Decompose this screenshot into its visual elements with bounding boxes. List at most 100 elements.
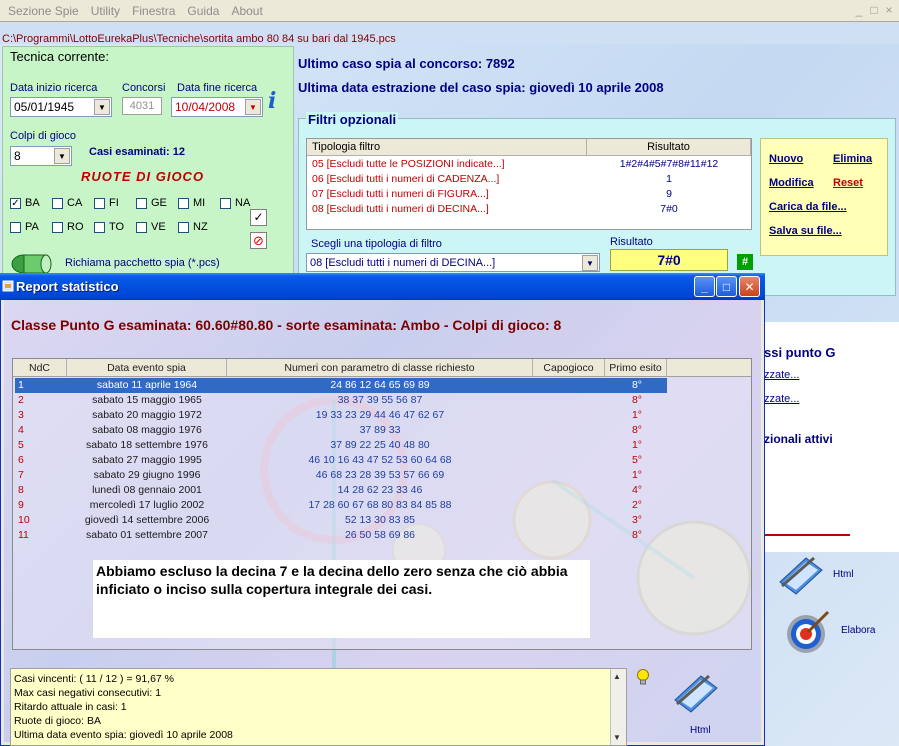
stats-textbox[interactable]: Casi vincenti: ( 11 / 12 ) = 91,67 % Max… (10, 668, 627, 746)
carica-link[interactable]: Carica da file... (769, 201, 847, 213)
filtri-row[interactable]: 05 [Escludi tutte le POSIZIONI indicate.… (307, 158, 751, 173)
minimize-icon[interactable]: _ (853, 3, 865, 17)
analizzate-link-2[interactable]: zzate... (764, 393, 799, 405)
ruota-checkbox-mi[interactable]: MI (178, 197, 205, 209)
analizzate-link-1[interactable]: zzate... (764, 369, 799, 381)
elabora-button-label[interactable]: Elabora (841, 625, 875, 636)
close-icon[interactable]: × (883, 3, 895, 17)
checkbox-icon[interactable] (52, 221, 63, 233)
stats-scrollbar[interactable]: ▲ ▼ (610, 669, 626, 745)
chevron-down-icon[interactable]: ▼ (582, 255, 598, 271)
col-data-evento[interactable]: Data evento spia (67, 359, 227, 377)
nuovo-link[interactable]: Nuovo (769, 153, 803, 165)
table-row[interactable]: 4 sabato 08 maggio 1976 37 89 33 8° (15, 423, 667, 438)
report-titlebar[interactable]: Report statistico _ □ ✕ (0, 273, 765, 300)
maximize-icon[interactable]: □ (716, 276, 737, 297)
table-row[interactable]: 9 mercoledì 17 luglio 2002 17 28 60 67 68 … (15, 498, 667, 513)
stats-line: Ruote di gioco: BA (14, 715, 101, 727)
select-all-icon[interactable]: ✓ (250, 209, 267, 226)
ruota-checkbox-ca[interactable]: CA (52, 197, 82, 209)
cell-numeri: 37 89 33 (359, 424, 401, 436)
data-fine-combo[interactable]: 10/04/2008 ▼ (171, 97, 263, 117)
ruota-label: MI (193, 197, 206, 209)
filtri-row[interactable]: 08 [Escludi tutti i numeri di DECINA...]… (307, 203, 751, 218)
scroll-up-icon[interactable]: ▲ (613, 672, 621, 681)
menu-sezione-spie[interactable]: Sezione Spie (2, 4, 85, 18)
cell-ndc: 1 (18, 379, 24, 391)
maximize-icon[interactable]: □ (868, 3, 880, 17)
html-export-icon[interactable] (776, 552, 826, 596)
chevron-down-icon[interactable]: ▼ (54, 148, 70, 164)
ruota-checkbox-ge[interactable]: GE (136, 197, 167, 209)
richiama-label[interactable]: Richiama pacchetto spia (*.pcs) (65, 257, 220, 269)
filtri-table[interactable]: Tipologia filtro Risultato 05 [Escludi t… (306, 138, 752, 230)
cell-ndc: 2 (18, 394, 24, 406)
checkbox-icon[interactable] (178, 197, 189, 209)
target-icon[interactable] (784, 608, 832, 656)
clear-all-icon[interactable]: ⊘ (250, 232, 267, 249)
table-row[interactable]: 2 sabato 15 maggio 1965 38 37 39 55 56 87 8… (15, 393, 667, 408)
ruota-checkbox-ro[interactable]: RO (52, 221, 84, 233)
chevron-down-icon[interactable]: ▼ (94, 99, 110, 115)
table-row[interactable]: 7 sabato 29 giugno 1996 46 68 23 28 39 53 … (15, 468, 667, 483)
checkbox-icon[interactable] (10, 221, 21, 233)
col-ndc[interactable]: NdC (13, 359, 67, 377)
note-textbox[interactable]: Abbiamo escluso la decina 7 e la decina … (93, 560, 590, 638)
checkbox-icon[interactable] (136, 197, 147, 209)
table-row[interactable]: 3 sabato 20 maggio 1972 19 33 23 29 44 46 … (15, 408, 667, 423)
menu-about[interactable]: About (225, 4, 268, 18)
html-export-icon[interactable] (671, 670, 721, 714)
table-row[interactable]: 11 sabato 01 settembre 2007 26 50 58 69 86… (15, 528, 667, 543)
scroll-down-icon[interactable]: ▼ (613, 733, 621, 742)
filtri-row[interactable]: 06 [Escludi tutti i numeri di CADENZA...… (307, 173, 751, 188)
ruota-checkbox-to[interactable]: TO (94, 221, 124, 233)
minimize-icon[interactable]: _ (694, 276, 715, 297)
lightbulb-icon[interactable] (635, 668, 651, 688)
battery-icon[interactable] (10, 250, 56, 274)
colpi-combo[interactable]: 8 ▼ (10, 146, 72, 166)
checkbox-icon[interactable]: ✓ (10, 197, 21, 209)
elimina-link[interactable]: Elimina (833, 153, 872, 165)
menu-finestra[interactable]: Finestra (126, 4, 181, 18)
menu-utility[interactable]: Utility (85, 4, 126, 18)
table-row[interactable]: 8 lunedì 08 gennaio 2001 14 28 62 23 33 46… (15, 483, 667, 498)
cell-esito: 5° (631, 454, 643, 466)
report-html-label[interactable]: Html (690, 725, 711, 736)
checkbox-icon[interactable] (178, 221, 189, 233)
ruota-checkbox-fi[interactable]: FI (94, 197, 119, 209)
filtri-row[interactable]: 07 [Escludi tutti i numeri di FIGURA...]… (307, 188, 751, 203)
ruota-checkbox-ve[interactable]: VE (136, 221, 166, 233)
ruota-checkbox-pa[interactable]: PA (10, 221, 39, 233)
ruota-checkbox-nz[interactable]: NZ (178, 221, 208, 233)
modifica-link[interactable]: Modifica (769, 177, 814, 189)
checkbox-icon[interactable] (136, 221, 147, 233)
ruota-checkbox-ba[interactable]: ✓ BA (10, 197, 40, 209)
close-icon[interactable]: ✕ (739, 276, 760, 297)
table-row[interactable]: 5 sabato 18 settembre 1976 37 89 22 25 40 … (15, 438, 667, 453)
chevron-down-icon[interactable]: ▼ (245, 99, 261, 115)
info-icon[interactable]: i (268, 88, 276, 114)
col-risultato[interactable]: Risultato (587, 139, 751, 156)
col-primo-esito[interactable]: Primo esito (605, 359, 667, 377)
data-inizio-combo[interactable]: 05/01/1945 ▼ (10, 97, 112, 117)
risultato-value[interactable]: 7#0 (610, 249, 728, 271)
table-row[interactable]: 10 giovedì 14 settembre 2006 52 13 30 83 8… (15, 513, 667, 528)
col-numeri[interactable]: Numeri con parametro di classe richiesto (227, 359, 533, 377)
cell-numeri: 38 37 39 55 56 87 (337, 394, 423, 406)
html-button-label[interactable]: Html (833, 569, 854, 580)
menu-guida[interactable]: Guida (181, 4, 225, 18)
col-tipologia[interactable]: Tipologia filtro (307, 139, 587, 156)
checkbox-icon[interactable] (220, 197, 231, 209)
ruota-checkbox-na[interactable]: NA (220, 197, 250, 209)
scegli-combo[interactable]: 08 [Escludi tutti i numeri di DECINA...]… (306, 253, 600, 272)
table-row[interactable]: 6 sabato 27 maggio 1995 46 10 16 43 47 52 … (15, 453, 667, 468)
col-capogioco[interactable]: Capogioco (533, 359, 605, 377)
checkbox-icon[interactable] (94, 221, 105, 233)
table-row[interactable]: 1 sabato 11 aprile 1964 24 86 12 64 65 69 … (15, 378, 667, 393)
reset-link[interactable]: Reset (833, 177, 863, 189)
salva-link[interactable]: Salva su file... (769, 225, 842, 237)
colpi-label: Colpi di gioco (10, 130, 77, 142)
checkbox-icon[interactable] (52, 197, 63, 209)
hash-button[interactable]: # (737, 254, 753, 270)
checkbox-icon[interactable] (94, 197, 105, 209)
